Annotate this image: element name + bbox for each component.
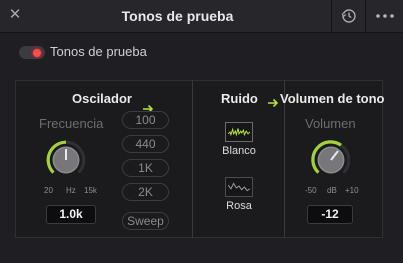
white-noise-icon[interactable] xyxy=(225,122,253,142)
noise-title: Ruido xyxy=(221,91,258,106)
volume-title: Volumen de tono xyxy=(280,91,385,106)
section-divider xyxy=(192,80,193,238)
frequency-max-label: 15k xyxy=(84,186,97,195)
volume-min-label: -50 xyxy=(305,186,317,195)
frequency-min-label: 20 xyxy=(44,186,53,195)
volume-unit-label: dB xyxy=(327,186,337,195)
window-title: Tonos de prueba xyxy=(121,8,234,24)
oscillator-title: Oscilador xyxy=(72,91,132,106)
more-icon[interactable] xyxy=(373,8,397,24)
white-noise-label: Blanco xyxy=(222,145,256,157)
header-divider xyxy=(365,0,366,32)
frequency-unit-label: Hz xyxy=(66,186,76,195)
enable-toggle[interactable] xyxy=(19,46,45,59)
volume-max-label: +10 xyxy=(345,186,359,195)
arrow-right-icon xyxy=(268,98,279,108)
sweep-button[interactable]: Sweep xyxy=(122,212,169,230)
volume-knob[interactable] xyxy=(309,138,353,182)
volume-label: Volumen xyxy=(305,116,356,131)
frequency-label: Frecuencia xyxy=(39,116,104,131)
frequency-knob[interactable] xyxy=(44,138,88,182)
close-icon[interactable]: ✕ xyxy=(6,6,24,24)
frequency-value-field[interactable]: 1.0k xyxy=(46,205,96,224)
history-icon[interactable] xyxy=(340,7,358,25)
header-divider xyxy=(331,0,332,32)
preset-2k-button[interactable]: 2K xyxy=(122,183,169,201)
preset-440-button[interactable]: 440 xyxy=(122,135,169,153)
preset-100-button[interactable]: 100 xyxy=(122,111,169,129)
volume-value-field[interactable]: -12 xyxy=(307,205,353,224)
preset-1k-button[interactable]: 1K xyxy=(122,159,169,177)
enable-label: Tonos de prueba xyxy=(50,44,147,59)
pink-noise-label: Rosa xyxy=(226,200,252,212)
pink-noise-icon[interactable] xyxy=(225,177,253,197)
enable-indicator-icon xyxy=(33,49,41,57)
